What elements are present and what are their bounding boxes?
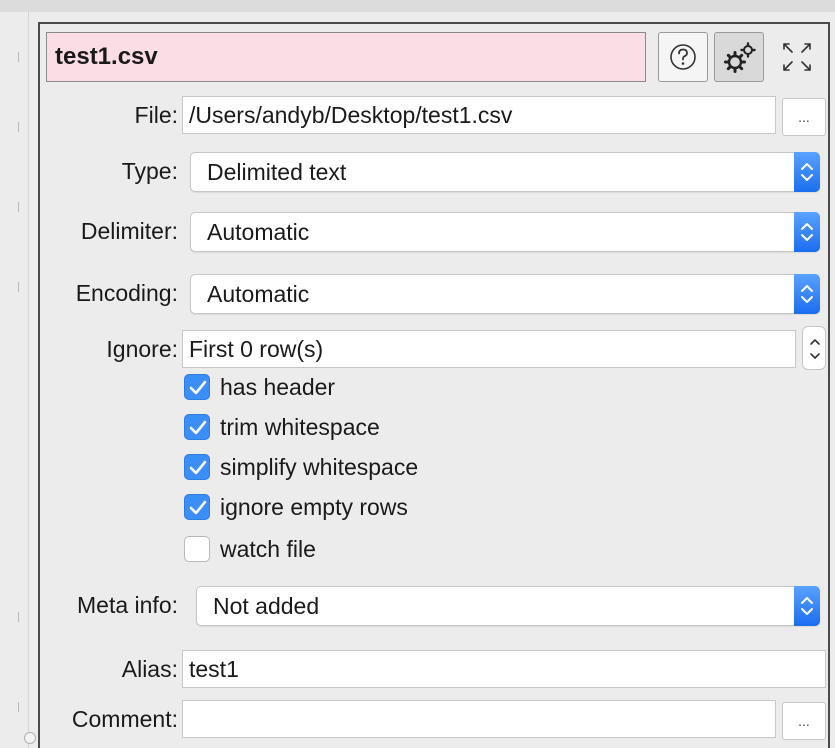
checkmark-icon [189, 380, 207, 395]
window-top-strip [0, 0, 835, 12]
margin-tick [18, 282, 19, 292]
margin-tick [18, 702, 19, 712]
has-header-checkbox[interactable] [184, 374, 210, 400]
file-path-field[interactable]: /Users/andyb/Desktop/test1.csv [182, 96, 776, 134]
meta-info-select[interactable]: Not added [196, 586, 820, 626]
encoding-select-value: Automatic [207, 281, 310, 307]
ignore-empty-rows-label: ignore empty rows [220, 494, 408, 520]
comment-edit-button[interactable]: ... [782, 702, 826, 740]
stepper-arrows-icon [810, 339, 820, 359]
ignore-rows-stepper[interactable] [802, 326, 826, 370]
question-circle-icon [670, 44, 696, 70]
watch-file-label: watch file [220, 536, 316, 562]
watch-file-checkbox[interactable] [184, 536, 210, 562]
comment-field[interactable] [182, 700, 776, 738]
simplify-whitespace-label: simplify whitespace [220, 454, 419, 480]
file-browse-button[interactable]: ... [782, 98, 826, 136]
has-header-label: has header [220, 374, 336, 400]
ignore-label: Ignore: [106, 336, 178, 362]
settings-button[interactable] [714, 32, 764, 82]
select-arrows-icon [794, 586, 820, 626]
delimiter-select[interactable]: Automatic [190, 212, 820, 252]
select-arrows-icon [794, 274, 820, 314]
select-arrows-icon [794, 152, 820, 192]
ignore-rows-field[interactable]: First 0 row(s) [182, 330, 796, 368]
left-margin [0, 12, 29, 748]
checkmark-icon [189, 420, 207, 435]
help-button[interactable] [658, 32, 708, 82]
checkmark-icon [189, 460, 207, 475]
type-select-value: Delimited text [207, 159, 347, 185]
checkmark-icon [189, 500, 207, 515]
meta-info-select-value: Not added [213, 593, 320, 619]
file-label: File: [134, 102, 178, 128]
encoding-label: Encoding: [75, 280, 178, 306]
trim-whitespace-checkbox[interactable] [184, 414, 210, 440]
panel-title[interactable]: test1.csv [46, 32, 646, 82]
expand-button[interactable] [772, 32, 822, 82]
select-arrows-icon [794, 212, 820, 252]
margin-tick [18, 122, 19, 132]
margin-tick [18, 202, 19, 212]
encoding-select[interactable]: Automatic [190, 274, 820, 314]
gears-icon [724, 42, 756, 73]
csv-source-panel: test1.csv File: /Users/andyb/Desktop/tes… [38, 22, 830, 748]
margin-tick [18, 612, 19, 622]
comment-label: Comment: [71, 706, 178, 732]
ignore-empty-rows-checkbox[interactable] [184, 494, 210, 520]
margin-tick [18, 52, 19, 62]
meta-info-label: Meta info: [77, 592, 178, 618]
expand-arrows-icon [783, 43, 811, 71]
trim-whitespace-label: trim whitespace [220, 414, 380, 440]
delimiter-label: Delimiter: [80, 218, 178, 244]
resize-handle[interactable] [24, 732, 36, 744]
alias-label: Alias: [121, 656, 178, 682]
type-select[interactable]: Delimited text [190, 152, 820, 192]
simplify-whitespace-checkbox[interactable] [184, 454, 210, 480]
type-label: Type: [121, 158, 178, 184]
alias-field[interactable]: test1 [182, 650, 826, 688]
delimiter-select-value: Automatic [207, 219, 310, 245]
